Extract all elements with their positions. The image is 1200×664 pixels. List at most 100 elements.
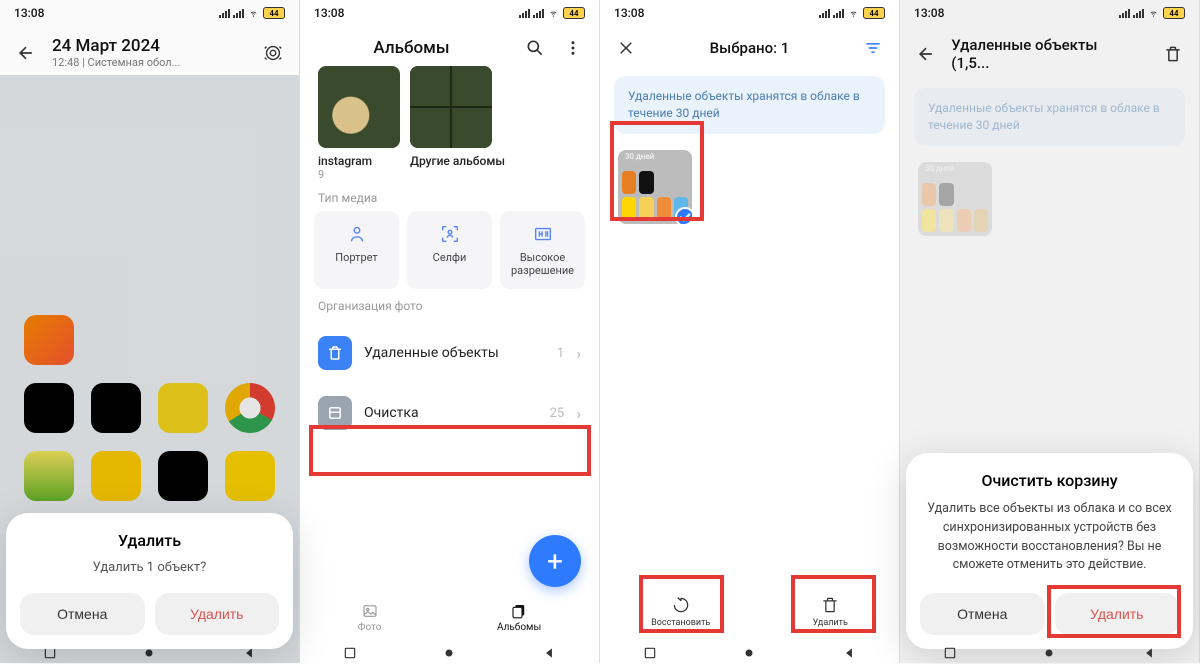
signal-icon	[1119, 9, 1130, 18]
header: Удаленные объекты (1,5...	[900, 26, 1199, 78]
dialog-question: Удалить 1 объект?	[20, 560, 279, 575]
lens-icon[interactable]	[261, 41, 285, 65]
status-time: 13:08	[14, 6, 44, 20]
org-label: Удаленные объекты	[364, 345, 545, 361]
status-bar: 13:08 44	[300, 0, 599, 26]
chevron-right-icon: ›	[576, 404, 581, 423]
status-time: 13:08	[614, 6, 644, 20]
header: 24 Март 2024 12:48 | Системная обол...	[0, 26, 299, 75]
status-bar: 13:08 44	[600, 0, 899, 26]
delete-button[interactable]: Удалить	[1055, 593, 1180, 635]
dialog-body: Удалить все объекты из облака и со всех …	[926, 500, 1173, 575]
album-count: 9	[318, 168, 400, 181]
trash-icon[interactable]	[1162, 42, 1185, 66]
nav-home-icon[interactable]	[742, 645, 756, 659]
org-count: 25	[550, 406, 565, 421]
clean-icon	[318, 396, 352, 430]
wifi-icon	[247, 8, 260, 18]
signal-icon	[233, 9, 244, 18]
dialog-title: Очистить корзину	[920, 471, 1179, 490]
back-icon[interactable]	[14, 41, 38, 65]
clear-trash-dialog: Очистить корзину Удалить все объекты из …	[906, 453, 1193, 649]
tab-photos[interactable]: Фото	[358, 602, 382, 633]
panel-albums: 13:08 44 Альбомы instagram 9 Другие альб…	[300, 0, 600, 663]
nav-back-icon[interactable]	[542, 645, 556, 659]
signal-icon	[519, 9, 530, 18]
org-deleted-items[interactable]: Удаленные объекты 1 ›	[300, 323, 599, 383]
cloud-notice: Удаленные объекты хранятся в облаке в те…	[614, 76, 885, 134]
org-cleanup[interactable]: Очистка 25 ›	[300, 383, 599, 443]
status-bar: 13:08 44	[900, 0, 1199, 26]
header: Альбомы	[300, 26, 599, 66]
tab-bar: Фото Альбомы	[300, 593, 599, 641]
delete-dialog: Удалить Удалить 1 объект? Отмена Удалить	[6, 513, 293, 649]
media-highres[interactable]: Высокое разрешение	[500, 211, 585, 289]
albums-row: instagram 9 Другие альбомы	[300, 66, 599, 181]
header: Выбрано: 1	[600, 26, 899, 66]
nav-bar	[900, 641, 1199, 663]
nav-bar	[300, 641, 599, 663]
signal-icon	[819, 9, 830, 18]
nav-recent-icon[interactable]	[943, 645, 957, 659]
action-bar: Восстановить Удалить	[600, 581, 899, 641]
page-title: Удаленные объекты (1,5...	[951, 36, 1133, 72]
header-subtitle: 12:48 | Системная обол...	[52, 56, 180, 69]
wifi-icon	[1147, 8, 1160, 18]
signal-icon	[533, 9, 544, 18]
thumb-title: 30 дней	[622, 150, 688, 168]
add-button[interactable]: +	[529, 535, 581, 587]
nav-recent-icon[interactable]	[343, 645, 357, 659]
selection-title: Выбрано: 1	[710, 39, 790, 57]
media-portrait[interactable]: Портрет	[314, 211, 399, 289]
status-bar: 13:08 44	[0, 0, 299, 26]
album-item-other[interactable]: Другие альбомы	[410, 66, 505, 181]
dialog-title: Удалить	[20, 531, 279, 550]
nav-home-icon[interactable]	[1042, 645, 1056, 659]
tab-albums[interactable]: Альбомы	[497, 602, 541, 633]
section-organization: Организация фото	[300, 289, 599, 319]
delete-button[interactable]: Удалить	[155, 593, 280, 635]
search-icon[interactable]	[523, 36, 547, 60]
nav-back-icon[interactable]	[842, 645, 856, 659]
back-icon[interactable]	[914, 42, 937, 66]
wifi-icon	[847, 8, 860, 18]
album-item[interactable]: instagram 9	[318, 66, 400, 181]
section-media-type: Тип медиа	[300, 181, 599, 211]
panel-selected: 13:08 44 Выбрано: 1 Удаленные объекты хр…	[600, 0, 900, 663]
checkmark-icon	[675, 207, 692, 224]
signal-icon	[1133, 9, 1144, 18]
org-label: Очистка	[364, 405, 538, 421]
battery-icon: 44	[263, 7, 285, 19]
trash-icon	[318, 336, 352, 370]
status-time: 13:08	[314, 6, 344, 20]
media-types: Портрет Селфи Высокое разрешение	[300, 211, 599, 289]
cancel-button[interactable]: Отмена	[920, 593, 1045, 635]
battery-icon: 44	[863, 7, 885, 19]
media-selfie[interactable]: Селфи	[407, 211, 492, 289]
cancel-button[interactable]: Отмена	[20, 593, 145, 635]
delete-button[interactable]: Удалить	[813, 595, 848, 628]
header-date: 24 Март 2024	[52, 36, 180, 56]
nav-recent-icon[interactable]	[643, 645, 657, 659]
battery-icon: 44	[563, 7, 585, 19]
battery-icon: 44	[1163, 7, 1185, 19]
org-count: 1	[557, 346, 564, 361]
page-title: Альбомы	[373, 38, 449, 58]
more-icon[interactable]	[561, 36, 585, 60]
album-name: instagram	[318, 154, 400, 168]
deleted-thumbnail[interactable]: 30 дней	[618, 150, 692, 224]
restore-button[interactable]: Восстановить	[651, 595, 710, 628]
filter-icon[interactable]	[861, 36, 885, 60]
nav-home-icon[interactable]	[442, 645, 456, 659]
signal-icon	[833, 9, 844, 18]
wifi-icon	[547, 8, 560, 18]
nav-back-icon[interactable]	[1142, 645, 1156, 659]
signal-icon	[219, 9, 230, 18]
status-time: 13:08	[914, 6, 944, 20]
chevron-right-icon: ›	[576, 344, 581, 363]
panel-clear-trash: 13:08 44 Удаленные объекты (1,5... Удале…	[900, 0, 1200, 663]
panel-delete-photo: 13:08 44 24 Март 2024 12:48 | Системная …	[0, 0, 300, 663]
album-name: Другие альбомы	[410, 154, 505, 168]
close-icon[interactable]	[614, 36, 638, 60]
nav-bar	[600, 641, 899, 663]
